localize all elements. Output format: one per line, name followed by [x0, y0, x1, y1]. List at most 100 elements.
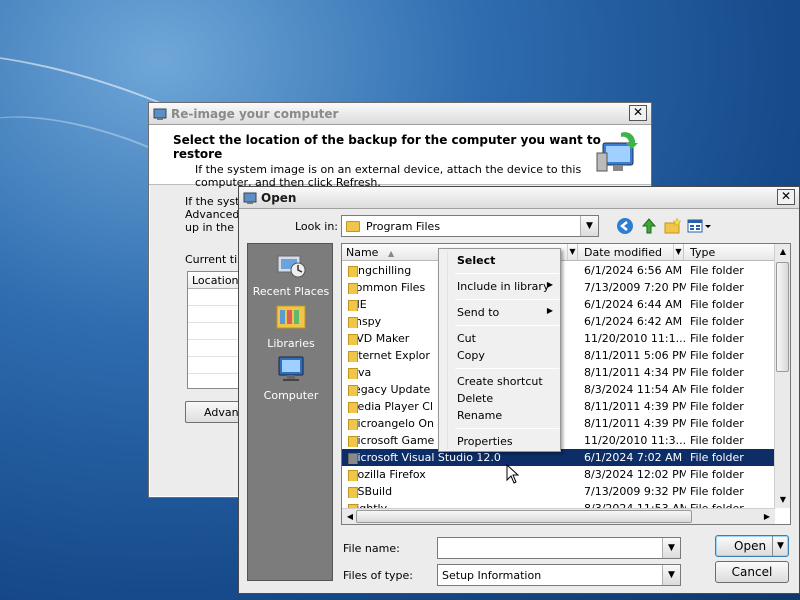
reimage-header: Select the location of the backup for th… — [149, 125, 651, 189]
menu-item-properties[interactable]: Properties — [457, 435, 557, 452]
files-of-type-label: Files of type: — [343, 569, 414, 582]
menu-item-create-shortcut[interactable]: Create shortcut — [457, 375, 557, 392]
menu-item-include-in-library[interactable]: Include in library ▶ — [457, 280, 557, 297]
folder-icon — [348, 385, 358, 396]
open-titlebar[interactable]: Open ✕ — [239, 187, 799, 209]
open-split-arrow-icon[interactable]: ▼ — [772, 536, 788, 556]
file-name-text: Microangelo On — [348, 417, 434, 430]
submenu-arrow-icon: ▶ — [546, 306, 553, 315]
vertical-scroll-thumb[interactable] — [776, 262, 789, 372]
cancel-button[interactable]: Cancel — [715, 561, 789, 583]
menu-separator — [455, 428, 559, 429]
type-column-header[interactable]: Type — [686, 244, 775, 261]
computer-label: Computer — [263, 389, 319, 402]
reimage-titlebar[interactable]: Re-image your computer ✕ — [149, 103, 651, 125]
scroll-down-icon[interactable]: ▼ — [775, 492, 790, 508]
open-close-button[interactable]: ✕ — [777, 189, 795, 205]
menu-item-send-to[interactable]: Send to ▶ — [457, 306, 557, 323]
menu-item-cut[interactable]: Cut — [457, 332, 557, 349]
reimage-title: Re-image your computer — [171, 106, 339, 121]
date-modified-cell: 6/1/2024 6:44 AM — [584, 298, 683, 311]
chevron-down-icon[interactable]: ▼ — [662, 565, 680, 585]
date-column-header[interactable]: Date modified ▼ — [580, 244, 684, 261]
backup-app-icon — [153, 108, 167, 120]
folder-icon — [348, 453, 358, 464]
date-modified-cell: 11/20/2010 11:3... — [584, 434, 686, 447]
up-folder-icon[interactable] — [639, 217, 659, 235]
scroll-right-icon[interactable]: ▶ — [759, 509, 775, 524]
place-libraries[interactable]: Libraries — [248, 302, 334, 350]
folder-icon — [348, 266, 358, 277]
date-column-label: Date modified — [584, 246, 662, 259]
folder-icon — [348, 419, 358, 430]
reimage-heading: Select the location of the backup for th… — [173, 133, 601, 161]
date-modified-cell: 8/11/2011 4:39 PM — [584, 417, 686, 430]
file-name-label: File name: — [343, 542, 400, 555]
reimage-close-button[interactable]: ✕ — [629, 105, 647, 121]
menu-item-delete[interactable]: Delete — [457, 392, 557, 409]
date-modified-cell: 8/11/2011 5:06 PM — [584, 349, 686, 362]
folder-icon — [346, 220, 360, 232]
file-name-text: Mozilla Firefox — [348, 468, 426, 481]
vertical-scrollbar[interactable]: ▲ ▼ — [774, 244, 790, 508]
menu-item-select[interactable]: Select — [457, 254, 557, 271]
menu-separator — [455, 273, 559, 274]
open-dialog-icon — [243, 192, 257, 204]
file-name-cell: Microsoft Visual Studio 12.0 — [348, 451, 582, 464]
folder-icon — [348, 487, 358, 498]
chevron-down-icon[interactable]: ▼ — [580, 216, 598, 236]
type-cell: File folder — [690, 315, 744, 328]
open-title: Open — [261, 190, 297, 205]
place-recent-places[interactable]: Recent Places — [248, 250, 334, 298]
type-cell: File folder — [690, 366, 744, 379]
folder-icon — [348, 300, 358, 311]
type-cell: File folder — [690, 383, 744, 396]
table-row[interactable]: Mozilla Firefox 8/3/2024 12:02 PM File fol… — [342, 466, 775, 483]
menu-separator — [455, 368, 559, 369]
menu-item-label: Send to — [457, 306, 500, 319]
file-name-text: Internet Explor — [348, 349, 430, 362]
folder-icon — [348, 368, 358, 379]
file-list[interactable]: Name ▲ ▼ Date modified ▼ Type bingchilli… — [341, 243, 791, 525]
file-name-text: Microsoft Game — [348, 434, 435, 447]
date-modified-cell: 7/13/2009 7:20 PM — [584, 281, 686, 294]
place-computer[interactable]: Computer — [248, 354, 334, 402]
scroll-up-icon[interactable]: ▲ — [775, 244, 790, 260]
type-cell: File folder — [690, 468, 744, 481]
folder-icon — [348, 402, 358, 413]
date-modified-cell: 8/11/2011 4:34 PM — [584, 366, 686, 379]
look-in-dropdown[interactable]: Program Files ▼ — [341, 215, 599, 237]
recent-places-label: Recent Places — [252, 285, 330, 298]
menu-separator — [455, 299, 559, 300]
menu-item-rename[interactable]: Rename — [457, 409, 557, 426]
look-in-value: Program Files — [366, 219, 441, 233]
file-name-text: Legacy Update — [348, 383, 431, 396]
computer-icon — [278, 356, 304, 381]
context-menu: Select Include in library ▶ Send to ▶ Cu… — [438, 248, 561, 452]
folder-icon — [348, 334, 358, 345]
file-name-cell: MSBuild — [348, 485, 582, 498]
type-cell: File folder — [690, 434, 744, 447]
horizontal-scroll-thumb[interactable] — [356, 510, 692, 523]
chevron-down-icon[interactable]: ▼ — [673, 244, 683, 260]
back-icon[interactable] — [615, 217, 635, 235]
file-name-text: Microsoft Visual Studio 12.0 — [348, 451, 501, 464]
date-modified-cell: 11/20/2010 11:1... — [584, 332, 686, 345]
type-cell: File folder — [690, 417, 744, 430]
table-row[interactable]: MSBuild 7/13/2009 9:32 PM File folder — [342, 483, 775, 500]
chevron-down-icon[interactable]: ▼ — [662, 538, 680, 558]
files-of-type-dropdown[interactable]: Setup Information ▼ — [437, 564, 681, 586]
file-name-input[interactable]: ▼ — [437, 537, 681, 559]
chevron-down-icon[interactable]: ▼ — [567, 244, 577, 260]
folder-icon — [348, 351, 358, 362]
libraries-label: Libraries — [267, 337, 315, 350]
horizontal-scrollbar[interactable]: ◀ ▶ — [342, 508, 775, 524]
open-button[interactable]: Open ▼ — [715, 535, 789, 557]
new-folder-icon[interactable] — [663, 217, 683, 235]
type-cell: File folder — [690, 400, 744, 413]
menu-item-copy[interactable]: Copy — [457, 349, 557, 366]
look-in-label: Look in: — [295, 220, 338, 233]
view-menu-icon[interactable] — [687, 217, 713, 235]
menu-separator — [455, 325, 559, 326]
date-modified-cell: 8/3/2024 12:02 PM — [584, 468, 686, 481]
